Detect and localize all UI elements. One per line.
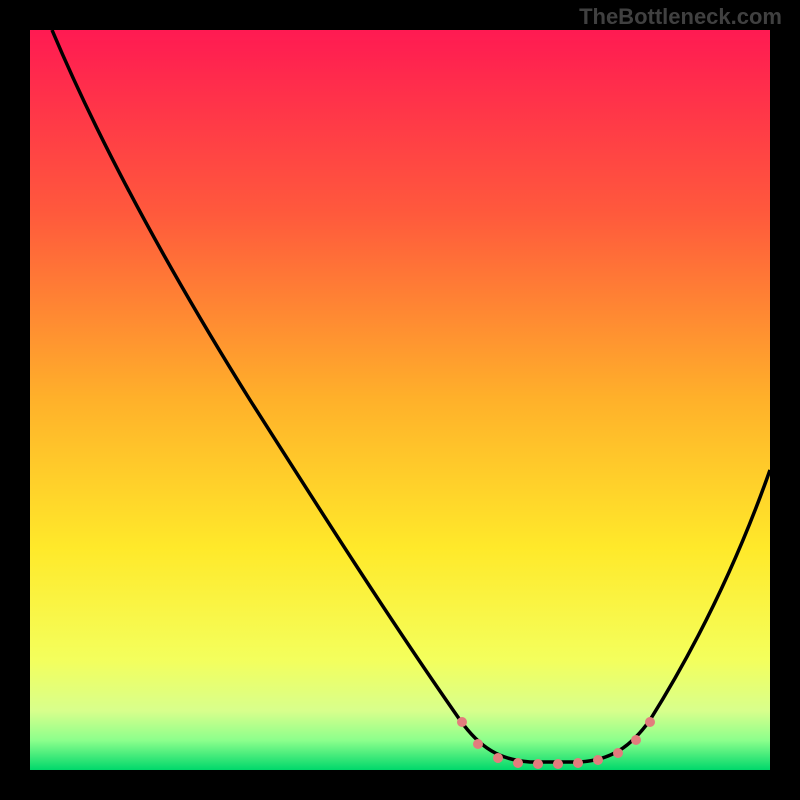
plot-background — [30, 30, 770, 770]
chart-svg — [0, 0, 800, 800]
watermark-text: TheBottleneck.com — [579, 4, 782, 30]
chart-container: TheBottleneck.com — [0, 0, 800, 800]
